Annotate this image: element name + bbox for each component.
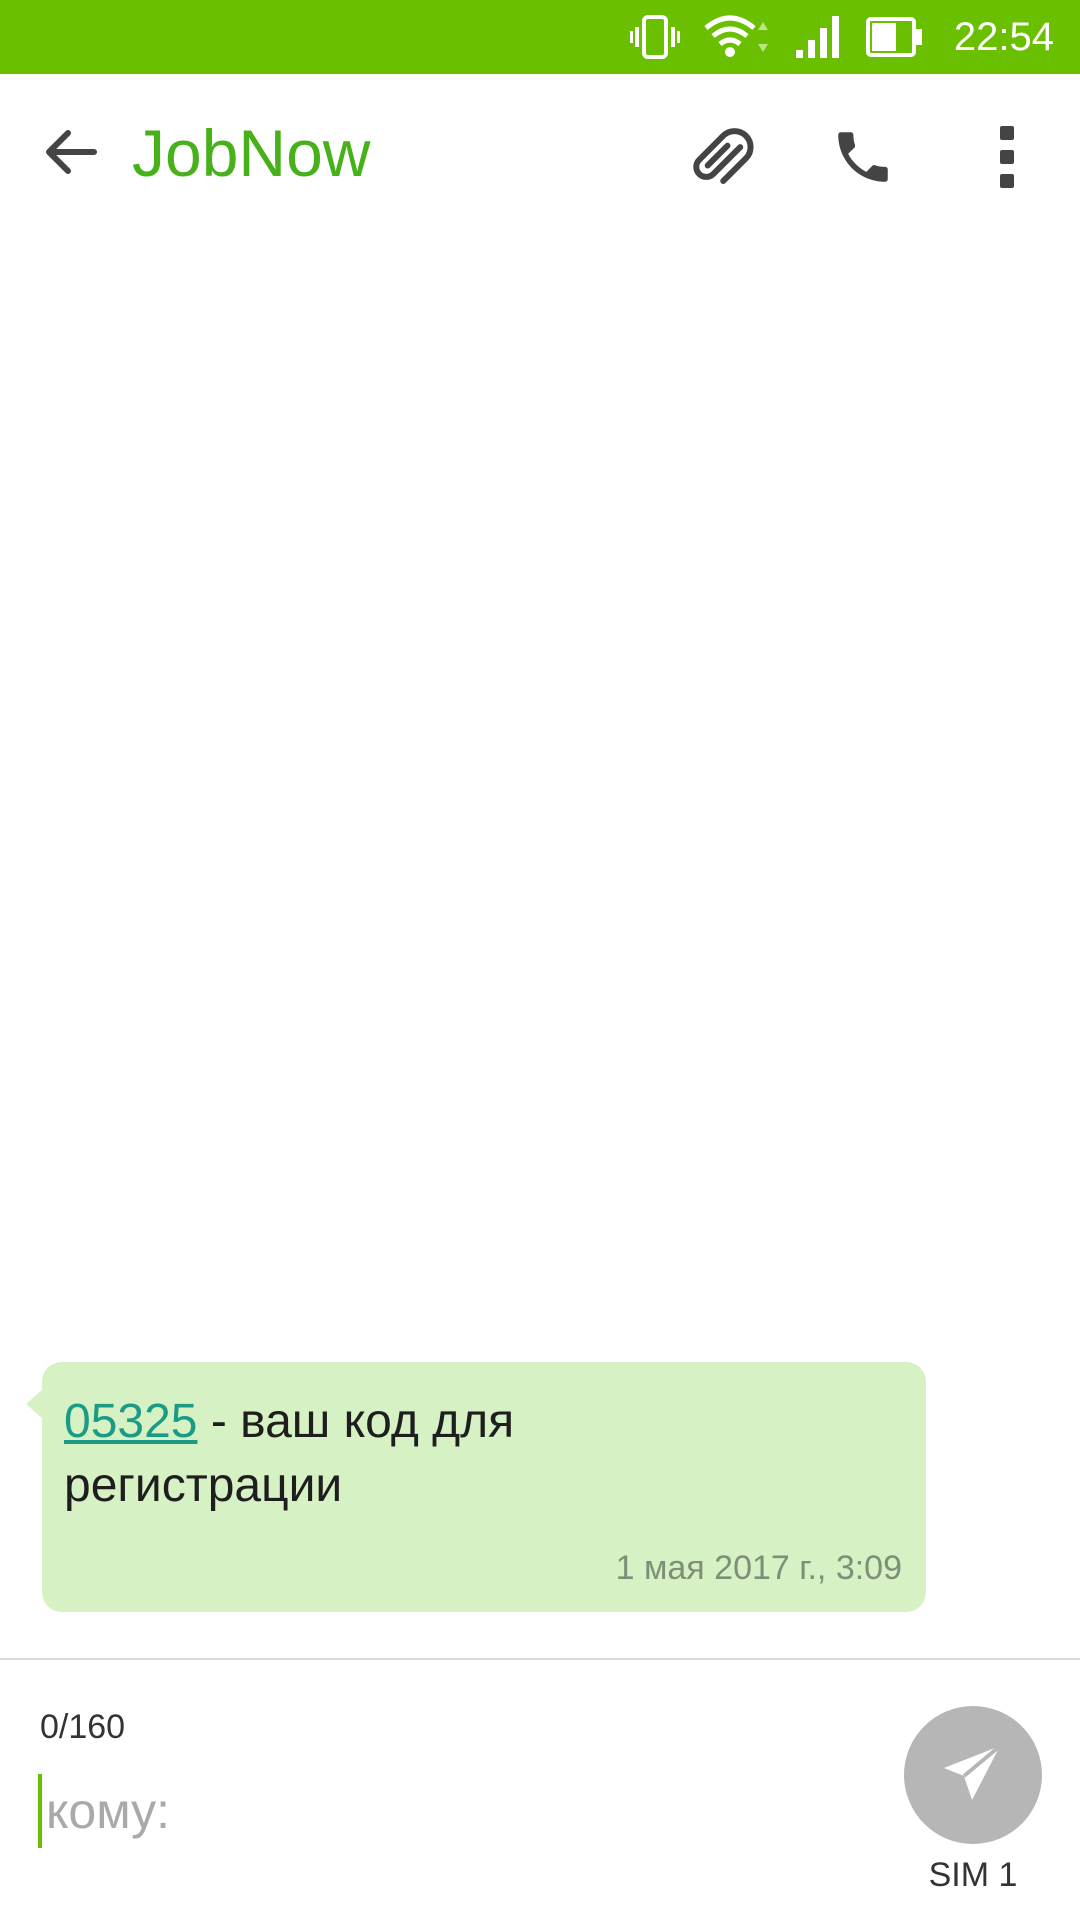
toolbar: JobNow <box>0 74 1080 242</box>
message-list[interactable]: 05325 - ваш код для регистрации 1 мая 20… <box>0 242 1080 1658</box>
sim-label: SIM 1 <box>928 1856 1018 1894</box>
more-vert-icon <box>997 122 1017 196</box>
character-counter: 0/160 <box>40 1708 126 1746</box>
conversation-title: JobNow <box>132 116 371 190</box>
paperclip-icon <box>683 121 755 197</box>
battery-icon <box>865 17 924 57</box>
arrow-back-icon <box>40 122 100 186</box>
attach-button[interactable] <box>674 114 764 204</box>
message-text: 05325 - ваш код для регистрации <box>64 1390 584 1518</box>
verification-code-link[interactable]: 05325 <box>64 1395 197 1448</box>
back-button[interactable] <box>30 114 110 194</box>
signal-icon <box>794 14 844 60</box>
status-time: 22:54 <box>953 14 1054 59</box>
recipient-input[interactable] <box>38 1774 838 1848</box>
send-button[interactable] <box>904 1706 1042 1844</box>
compose-bar: 0/160 SIM 1 <box>0 1660 1080 1920</box>
wifi-icon <box>702 12 772 62</box>
call-button[interactable] <box>818 114 908 204</box>
bubble-tail <box>26 1388 44 1420</box>
vibrate-icon <box>629 14 680 60</box>
send-icon <box>938 1738 1008 1812</box>
more-options-button[interactable] <box>962 114 1052 204</box>
messaging-screen: 22:54 JobNow 05325 - ваш код для регистр… <box>0 0 1080 1920</box>
message-bubble[interactable]: 05325 - ваш код для регистрации 1 мая 20… <box>26 1362 926 1612</box>
status-bar: 22:54 <box>0 0 1080 74</box>
message-timestamp: 1 мая 2017 г., 3:09 <box>615 1549 902 1587</box>
phone-icon <box>830 124 896 194</box>
status-icons: 22:54 <box>629 0 1080 74</box>
